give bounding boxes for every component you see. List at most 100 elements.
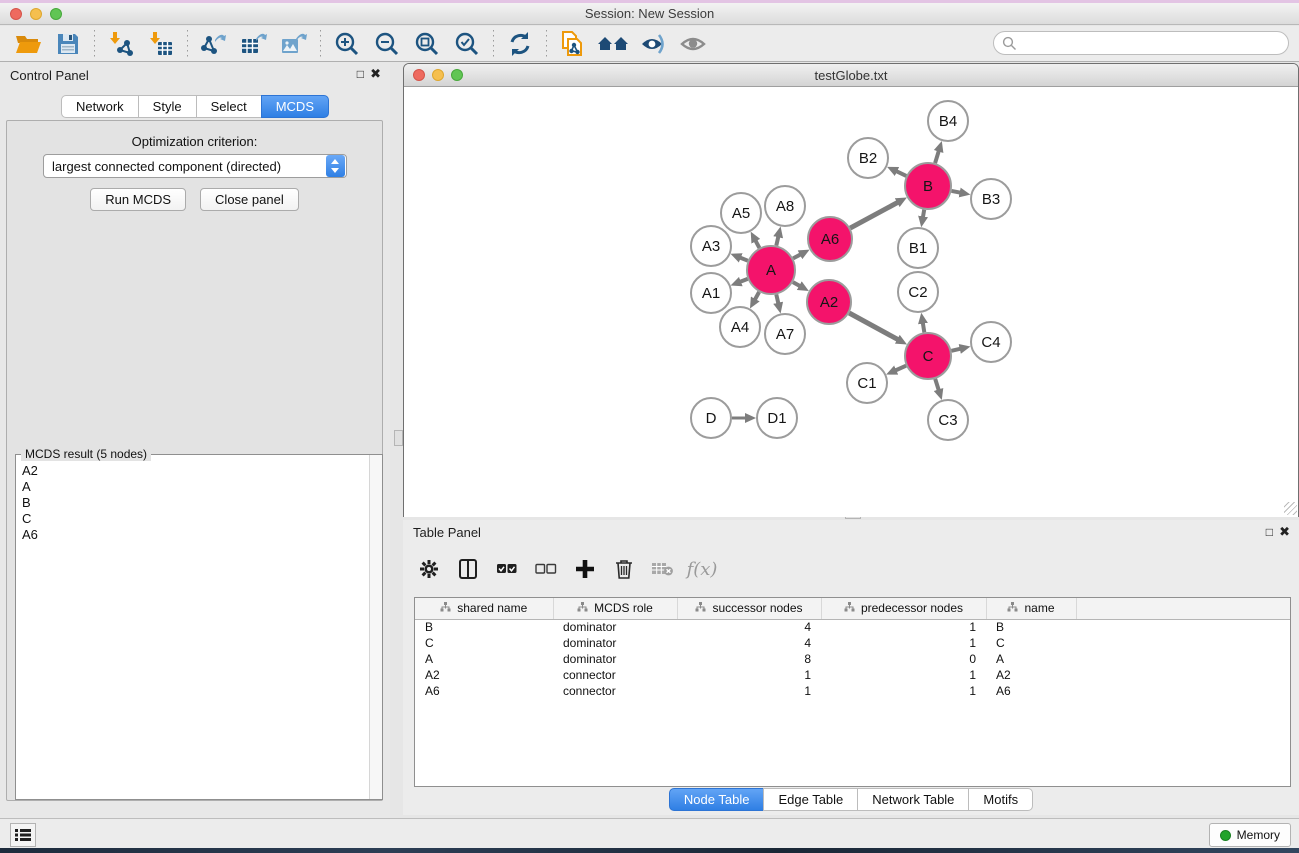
import-table-button[interactable] — [141, 28, 181, 60]
cell-successor-nodes[interactable]: 1 — [677, 667, 821, 683]
delete-table-button[interactable] — [647, 553, 679, 585]
tab-select[interactable]: Select — [196, 95, 262, 118]
cell-successor-nodes[interactable]: 8 — [677, 651, 821, 667]
edge-B-B2[interactable] — [896, 171, 906, 176]
edge-C-C4[interactable] — [951, 349, 960, 351]
cell-successor-nodes[interactable]: 4 — [677, 619, 821, 635]
mcds-result-item[interactable]: B — [17, 495, 368, 511]
close-panel-icon[interactable]: ✖ — [370, 67, 381, 81]
export-network-button[interactable] — [194, 28, 234, 60]
cell-MCDS-role[interactable]: dominator — [553, 619, 677, 635]
tab-mcds[interactable]: MCDS — [261, 95, 329, 118]
edge-A-A7[interactable] — [776, 294, 778, 303]
cell-predecessor-nodes[interactable]: 1 — [821, 683, 986, 699]
tab-edge-table[interactable]: Edge Table — [763, 788, 858, 811]
cell-name[interactable]: B — [986, 619, 1076, 635]
search-input[interactable] — [993, 31, 1289, 55]
minimize-window-button[interactable] — [30, 8, 42, 20]
edge-A-A4[interactable] — [755, 292, 759, 300]
save-session-button[interactable] — [48, 28, 88, 60]
tab-network-table[interactable]: Network Table — [857, 788, 969, 811]
cell-MCDS-role[interactable]: dominator — [553, 635, 677, 651]
cell-predecessor-nodes[interactable]: 1 — [821, 619, 986, 635]
home-button[interactable] — [593, 28, 633, 60]
tab-node-table[interactable]: Node Table — [669, 788, 765, 811]
zoom-in-button[interactable] — [327, 28, 367, 60]
network-minimize-button[interactable] — [432, 69, 444, 81]
cell-predecessor-nodes[interactable]: 1 — [821, 667, 986, 683]
edge-A6-B[interactable] — [850, 202, 898, 228]
cell-shared-name[interactable]: B — [415, 619, 553, 635]
network-zoom-button[interactable] — [451, 69, 463, 81]
criterion-select[interactable]: largest connected component (directed) — [43, 154, 347, 178]
float-panel-icon[interactable]: □ — [357, 67, 364, 81]
table-row[interactable]: Bdominator41B — [415, 619, 1290, 635]
function-builder-button[interactable]: f(x) — [686, 553, 718, 585]
task-history-button[interactable] — [10, 823, 36, 847]
table-row[interactable]: A2connector11A2 — [415, 667, 1290, 683]
edge-B-B3[interactable] — [952, 191, 961, 193]
float-table-panel-icon[interactable]: □ — [1266, 525, 1273, 539]
cell-name[interactable]: A — [986, 651, 1076, 667]
column-visibility-button[interactable] — [452, 553, 484, 585]
import-network-button[interactable] — [101, 28, 141, 60]
edge-A-A5[interactable] — [755, 240, 759, 248]
network-window-titlebar[interactable]: testGlobe.txt — [404, 64, 1298, 87]
edge-C-C2[interactable] — [923, 323, 925, 333]
resize-grip-icon[interactable] — [1284, 502, 1297, 515]
cell-predecessor-nodes[interactable]: 0 — [821, 651, 986, 667]
mcds-result-item[interactable]: A2 — [17, 463, 368, 479]
export-table-button[interactable] — [234, 28, 274, 60]
cell-predecessor-nodes[interactable]: 1 — [821, 635, 986, 651]
mcds-result-item[interactable]: A — [17, 479, 368, 495]
memory-button[interactable]: Memory — [1209, 823, 1291, 847]
cell-MCDS-role[interactable]: connector — [553, 667, 677, 683]
edge-A2-C[interactable] — [849, 313, 898, 340]
duplicate-network-button[interactable] — [553, 28, 593, 60]
select-all-rows-button[interactable] — [491, 553, 523, 585]
deselect-all-rows-button[interactable] — [530, 553, 562, 585]
run-mcds-button[interactable]: Run MCDS — [90, 188, 186, 211]
edge-A-A1[interactable] — [740, 279, 748, 282]
edge-A-A3[interactable] — [740, 258, 748, 261]
mcds-result-item[interactable]: C — [17, 511, 368, 527]
zoom-fit-button[interactable] — [407, 28, 447, 60]
network-canvas[interactable]: AA1A2A3A4A5A6A7A8BB1B2B3B4CC1C2C3C4DD1 — [404, 87, 1298, 517]
edge-A-A2[interactable] — [793, 282, 800, 286]
refresh-button[interactable] — [500, 28, 540, 60]
cell-shared-name[interactable]: C — [415, 635, 553, 651]
zoom-selected-button[interactable] — [447, 28, 487, 60]
edge-A-A8[interactable] — [776, 236, 778, 245]
node-table-container[interactable]: shared nameMCDS rolesuccessor nodesprede… — [414, 597, 1291, 787]
column-header-MCDS-role[interactable]: MCDS role — [553, 598, 677, 619]
table-row[interactable]: A6connector11A6 — [415, 683, 1290, 699]
create-column-button[interactable] — [569, 553, 601, 585]
delete-column-button[interactable] — [608, 553, 640, 585]
mcds-result-scrollbar[interactable] — [369, 455, 382, 799]
edge-C-C1[interactable] — [895, 366, 906, 371]
cell-shared-name[interactable]: A6 — [415, 683, 553, 699]
cell-MCDS-role[interactable]: connector — [553, 683, 677, 699]
vertical-split-handle[interactable] — [394, 430, 403, 446]
export-image-button[interactable] — [274, 28, 314, 60]
edge-A-A6[interactable] — [793, 254, 801, 258]
show-all-button[interactable] — [673, 28, 713, 60]
cell-successor-nodes[interactable]: 1 — [677, 683, 821, 699]
mcds-result-item[interactable]: A6 — [17, 527, 368, 543]
tab-network[interactable]: Network — [61, 95, 139, 118]
column-header-shared-name[interactable]: shared name — [415, 598, 553, 619]
table-row[interactable]: Adominator80A — [415, 651, 1290, 667]
close-window-button[interactable] — [10, 8, 22, 20]
table-settings-button[interactable] — [413, 553, 445, 585]
tab-motifs[interactable]: Motifs — [968, 788, 1033, 811]
cell-name[interactable]: C — [986, 635, 1076, 651]
column-header-name[interactable]: name — [986, 598, 1076, 619]
open-session-button[interactable] — [8, 28, 48, 60]
network-close-button[interactable] — [413, 69, 425, 81]
edge-B-B4[interactable] — [935, 151, 939, 164]
cell-name[interactable]: A6 — [986, 683, 1076, 699]
cell-name[interactable]: A2 — [986, 667, 1076, 683]
cell-MCDS-role[interactable]: dominator — [553, 651, 677, 667]
close-table-panel-icon[interactable]: ✖ — [1279, 525, 1290, 539]
cell-shared-name[interactable]: A — [415, 651, 553, 667]
